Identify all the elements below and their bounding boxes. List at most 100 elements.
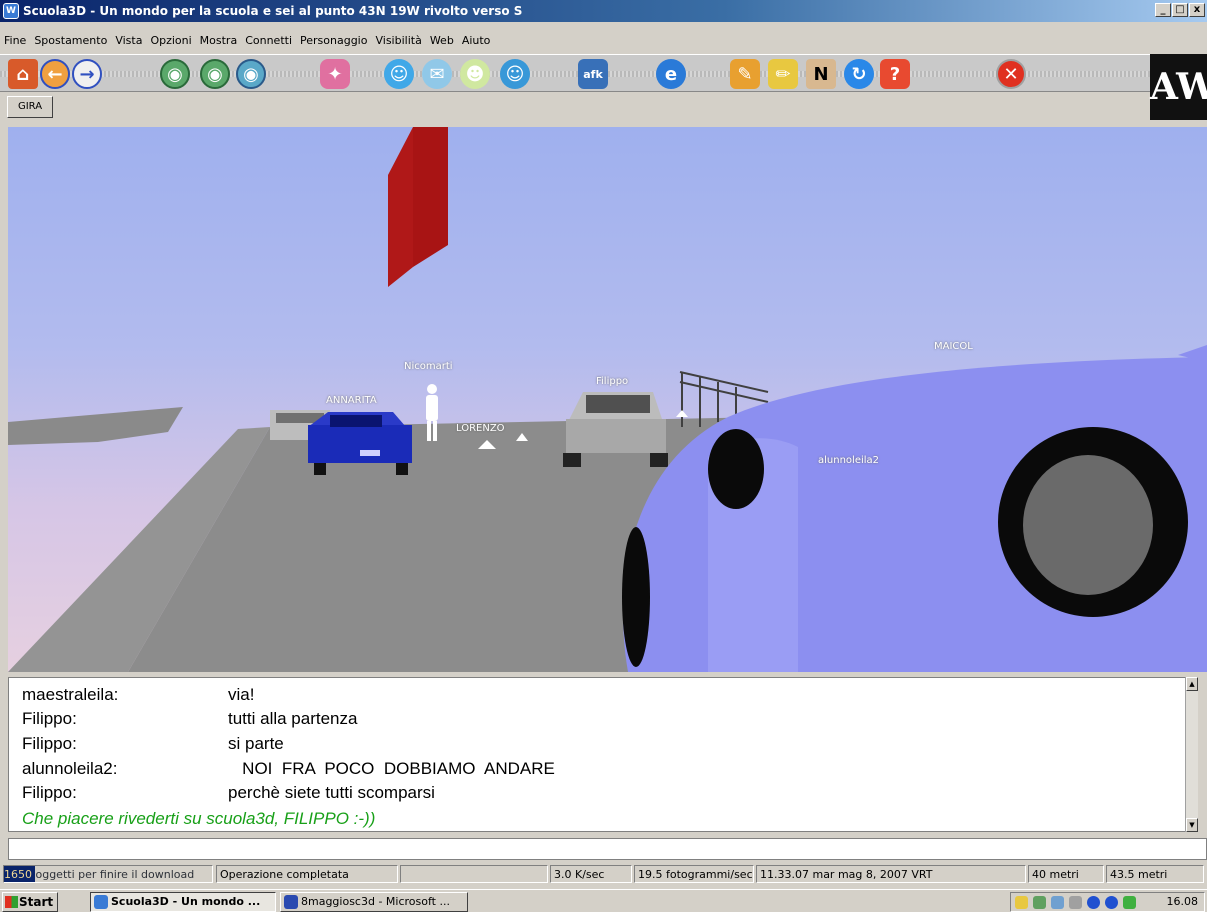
chat-sender: Filippo: (22, 734, 77, 753)
menu-vista[interactable]: Vista (111, 34, 146, 54)
menu-connetti[interactable]: Connetti (241, 34, 296, 54)
exit-icon[interactable]: ✕ (996, 59, 1026, 89)
start-label: Start (19, 895, 54, 909)
maximize-button[interactable]: □ (1172, 3, 1188, 17)
sign-right-panel (413, 127, 448, 267)
network-icon[interactable] (1033, 896, 1046, 909)
title-bar[interactable]: W Scuola3D - Un mondo per la scuola e se… (0, 0, 1207, 22)
task-scuola3d[interactable]: Scuola3D - Un mondo ... (90, 892, 276, 912)
activeworlds-logo: AW (1150, 54, 1207, 120)
window-title: Scuola3D - Un mondo per la scuola e sei … (23, 4, 523, 18)
chat-message: tutti alla partenza (228, 709, 358, 728)
status-distance-1: 40 metri (1028, 865, 1104, 883)
task-word-document[interactable]: 8maggiosc3d - Microsoft ... (280, 892, 468, 912)
menu-aiuto[interactable]: Aiuto (458, 34, 495, 54)
minimize-button[interactable]: _ (1155, 3, 1171, 17)
tray-app-icon[interactable] (1051, 896, 1064, 909)
scroll-up-arrow-icon[interactable]: ▲ (1186, 677, 1198, 691)
home-icon[interactable]: ⌂ (8, 59, 38, 89)
contacts-icon[interactable]: ☺ (500, 59, 530, 89)
start-button[interactable]: Start (2, 892, 58, 912)
status-operation: Operazione completata (216, 865, 398, 883)
chat-message: via! (228, 685, 255, 704)
gira-button[interactable]: GIRA (7, 96, 53, 118)
chat-sender: maestraleila: (22, 685, 119, 704)
menu-spostamento[interactable]: Spostamento (30, 34, 111, 54)
taskbar: Start Scuola3D - Un mondo ... 8maggiosc3… (0, 889, 1207, 912)
3d-world-view[interactable]: Nicomarti ANNARITA LORENZO Filippo MAICO… (8, 127, 1207, 672)
telegram-icon[interactable]: ✉ (422, 59, 452, 89)
avatar-label-annarita[interactable]: ANNARITA (326, 395, 377, 406)
scuola3d-app-icon (94, 895, 108, 909)
chat-system-message: Che piacere rivederti su scuola3d, FILIP… (22, 809, 376, 828)
build-icon[interactable]: ✎ (730, 59, 760, 89)
menu-web[interactable]: Web (426, 34, 458, 54)
chat-input[interactable] (8, 838, 1207, 860)
status-datetime: 11.33.07 mar mag 8, 2007 VRT (756, 865, 1026, 883)
browser-icon[interactable]: e (656, 59, 686, 89)
status-empty (400, 865, 548, 883)
avatar-label-maicol[interactable]: MAICOL (934, 341, 973, 352)
toolbar: ⌂ ← → ◉ ◉ ◉ ✦ ☺ ✉ ☻ ☺ afk e ✎ ✏ N ↻ ? ✕ (0, 54, 1150, 92)
task-label: Scuola3D - Un mondo ... (111, 895, 261, 908)
avatar-label-alunnoleila2[interactable]: alunnoleila2 (818, 455, 879, 466)
chat-bubble-icon[interactable]: afk (578, 59, 608, 89)
close-button[interactable]: x (1189, 3, 1205, 17)
sign-left-panel (388, 127, 413, 287)
refresh-icon[interactable]: ↻ (844, 59, 874, 89)
menu-visibilita[interactable]: Visibilità (371, 34, 425, 54)
app-window: W Scuola3D - Un mondo per la scuola e se… (0, 0, 1207, 912)
word-app-icon (284, 895, 298, 909)
world-scene (8, 127, 1207, 672)
ground-left (8, 407, 183, 445)
system-tray: 16.08 (1010, 892, 1205, 912)
tray-info-icon[interactable] (1105, 896, 1118, 909)
chat-message: NOI FRA POCO DOBBIAMO ANDARE (228, 759, 555, 778)
tray-shield-icon[interactable] (1069, 896, 1082, 909)
chat-sender: Filippo: (22, 783, 77, 802)
status-download: 1650 oggetti per finire il download (3, 865, 213, 883)
chat-message: si parte (228, 734, 284, 753)
user-list-icon[interactable]: ☻ (460, 59, 490, 89)
menu-fine[interactable]: Fine (0, 34, 30, 54)
chat-sender: alunnoleila2: (22, 759, 118, 778)
view-first-person-icon[interactable]: ◉ (160, 59, 190, 89)
tray-messenger-icon[interactable] (1087, 896, 1100, 909)
status-speed: 3.0 K/sec (550, 865, 632, 883)
notes-icon[interactable]: N (806, 59, 836, 89)
status-download-text: 1650 oggetti per finire il download (4, 868, 195, 881)
status-fps: 19.5 fotogrammi/sec (634, 865, 754, 883)
menu-personaggio[interactable]: Personaggio (296, 34, 371, 54)
chat-log[interactable]: maestraleila: via! Filippo: tutti alla p… (8, 677, 1198, 832)
edit-icon[interactable]: ✏ (768, 59, 798, 89)
app-icon: W (3, 3, 19, 19)
windows-flag-icon (5, 896, 18, 908)
help-icon[interactable]: ? (880, 59, 910, 89)
window-buttons: _ □ x (1155, 3, 1205, 17)
avatar-icon[interactable]: ☺ (384, 59, 414, 89)
car-lilac-foreground (622, 345, 1207, 672)
view-front-icon[interactable]: ◉ (236, 59, 266, 89)
back-icon[interactable]: ← (40, 59, 70, 89)
forward-icon[interactable]: → (72, 59, 102, 89)
chat-sender: Filippo: (22, 709, 77, 728)
status-distance-2: 43.5 metri (1106, 865, 1204, 883)
menu-bar: Fine Spostamento Vista Opzioni Mostra Co… (0, 34, 494, 54)
avatar-label-filippo[interactable]: Filippo (596, 376, 628, 387)
scroll-down-arrow-icon[interactable]: ▼ (1186, 818, 1198, 832)
menu-opzioni[interactable]: Opzioni (146, 34, 195, 54)
avatar-label-nicomarti[interactable]: Nicomarti (404, 361, 453, 372)
gesture-icon[interactable]: ✦ (320, 59, 350, 89)
volume-icon[interactable] (1015, 896, 1028, 909)
menu-mostra[interactable]: Mostra (196, 34, 242, 54)
status-bar: 1650 oggetti per finire il download Oper… (0, 864, 1207, 884)
tray-buddy-icon[interactable] (1123, 896, 1136, 909)
task-label: 8maggiosc3d - Microsoft ... (301, 895, 450, 908)
marker-3 (676, 410, 688, 417)
avatar-label-lorenzo[interactable]: LORENZO (456, 423, 505, 434)
clock: 16.08 (1166, 895, 1199, 908)
view-third-person-icon[interactable]: ◉ (200, 59, 230, 89)
gira-row: GIRA (0, 93, 1150, 121)
chat-scrollbar[interactable]: ▲ ▼ (1185, 677, 1198, 832)
chat-message: perchè siete tutti scomparsi (228, 783, 435, 802)
